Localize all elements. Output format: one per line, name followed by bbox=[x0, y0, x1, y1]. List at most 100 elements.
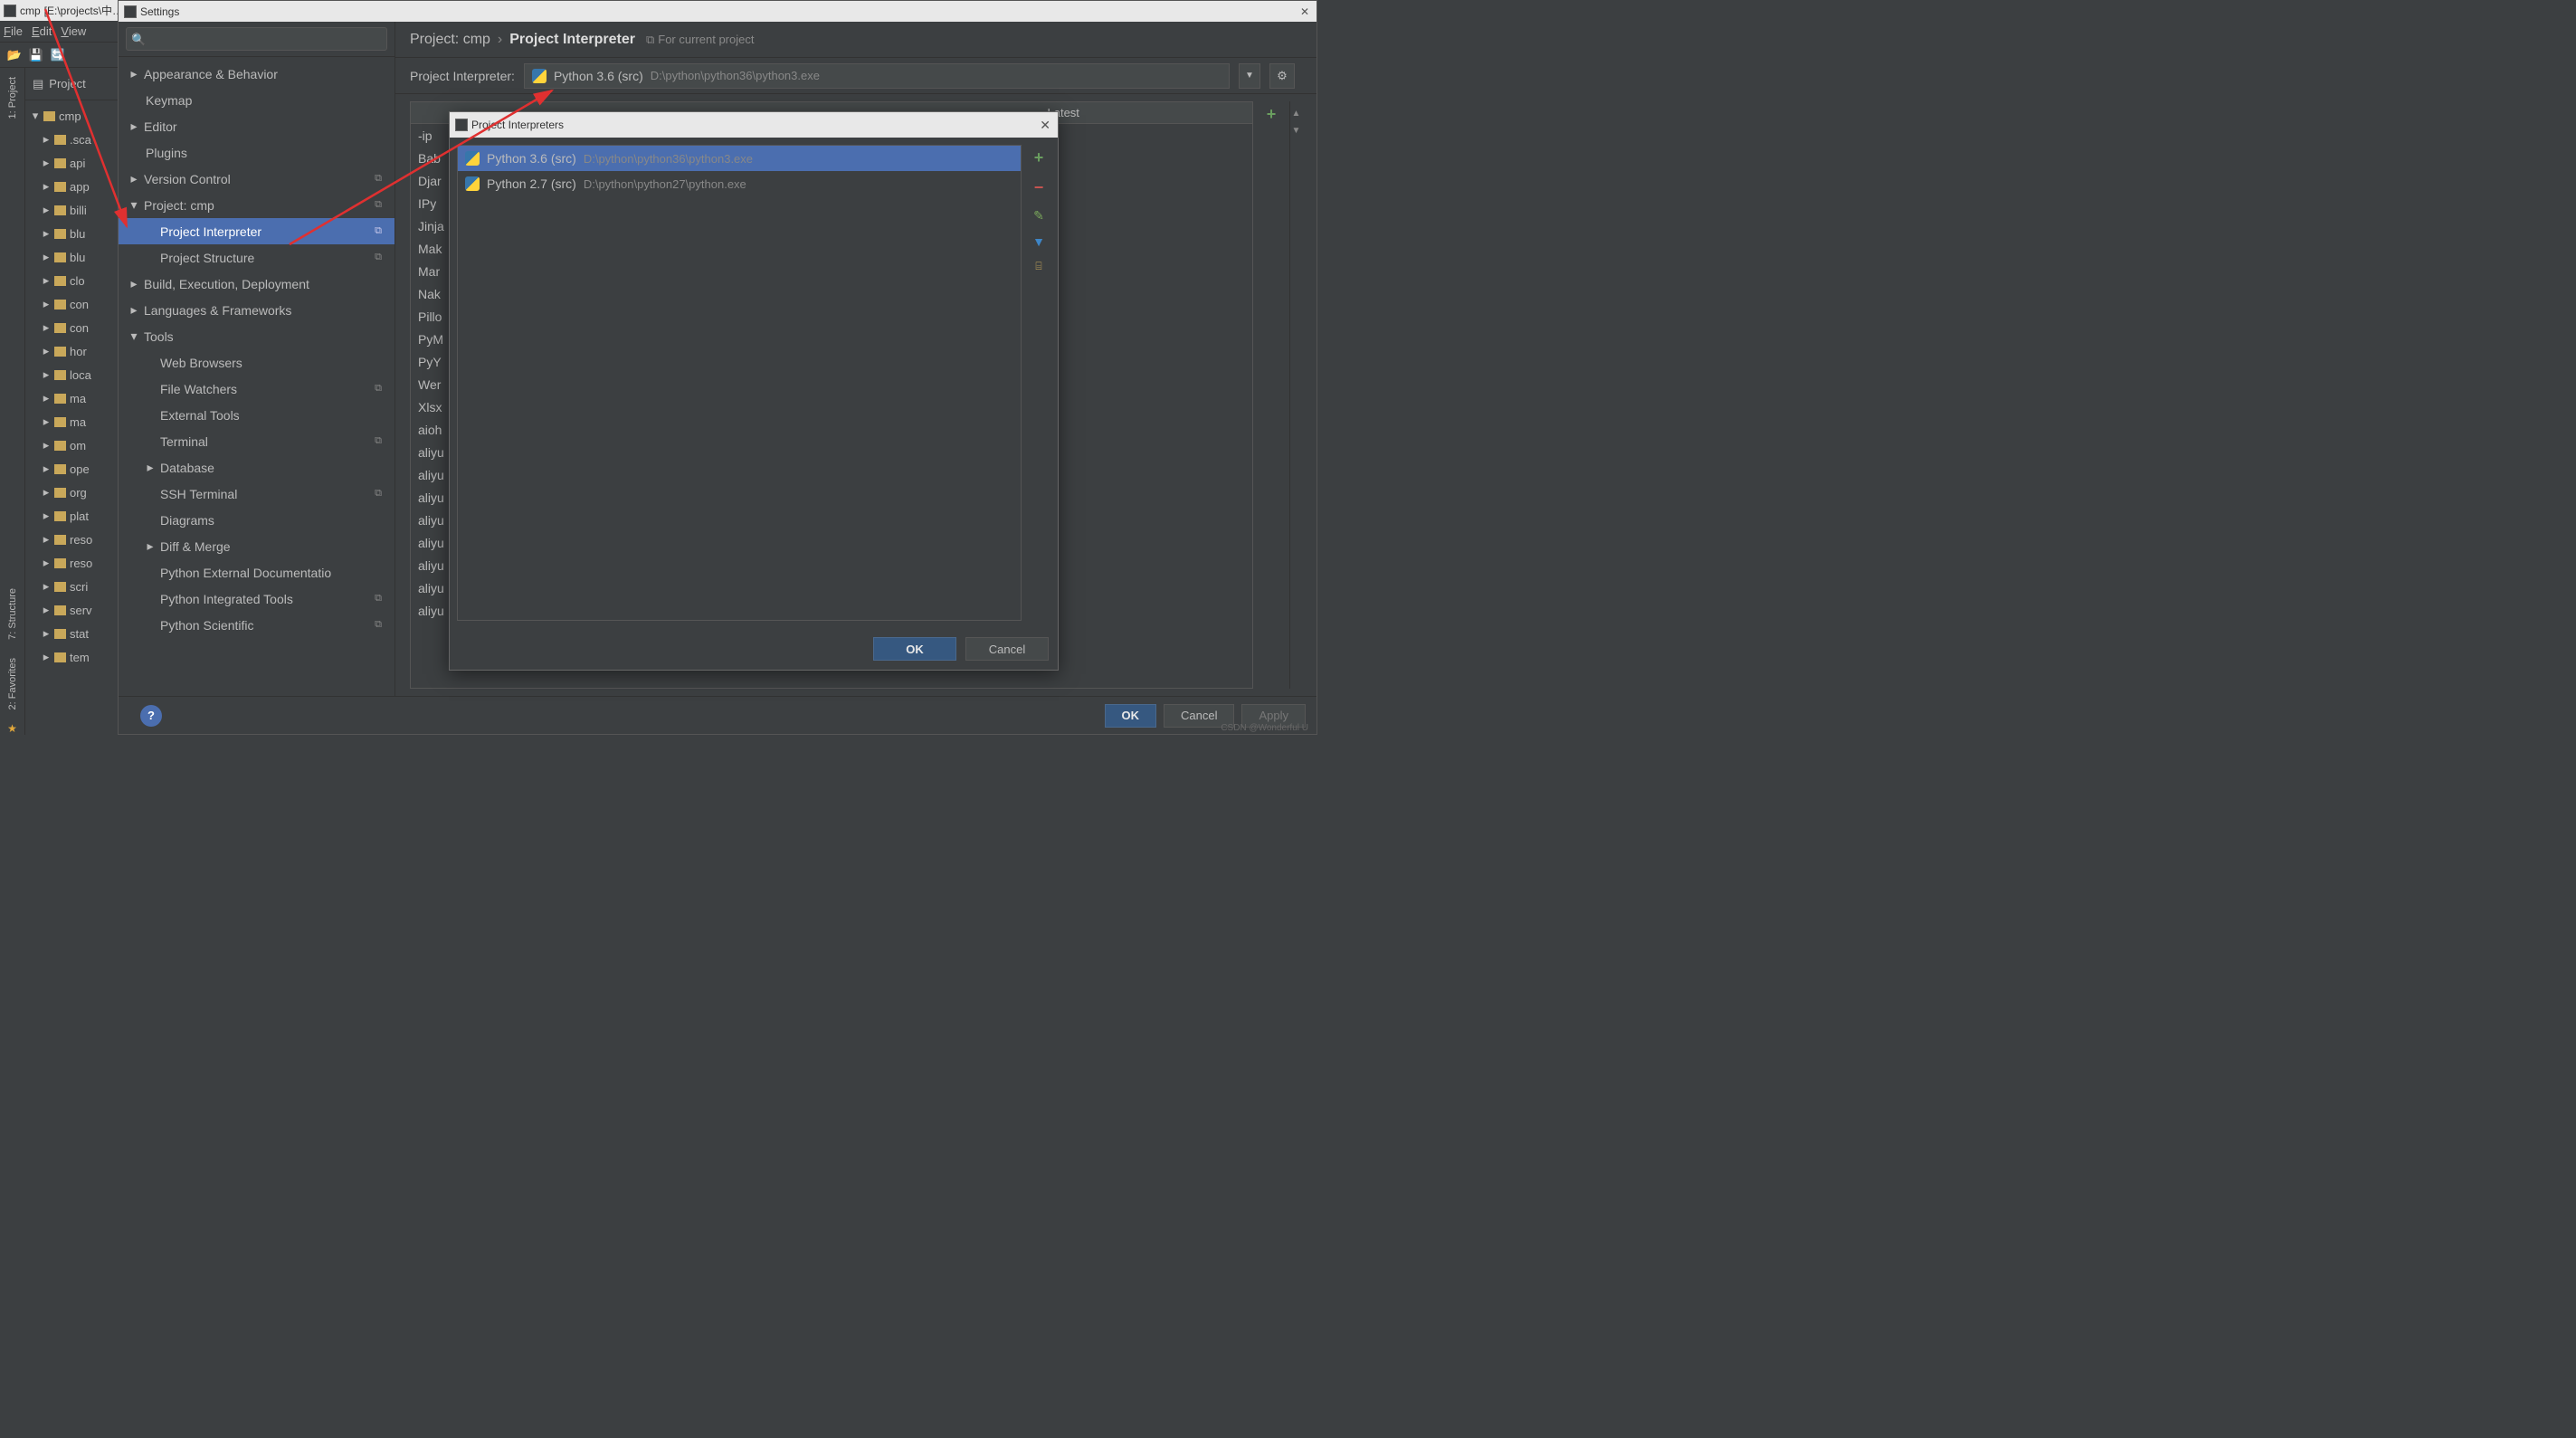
search-icon: 🔍 bbox=[131, 33, 146, 47]
tree-pysci[interactable]: Python Scientific⧉ bbox=[119, 612, 394, 638]
tree-folder[interactable]: ▸plat bbox=[25, 504, 122, 528]
project-interpreters-popup: Project Interpreters ✕ Python 3.6 (src) … bbox=[449, 111, 1059, 671]
tree-lang[interactable]: ▸Languages & Frameworks bbox=[119, 297, 394, 323]
menu-view[interactable]: View bbox=[61, 24, 86, 38]
tree-folder[interactable]: ▸api bbox=[25, 151, 122, 175]
popup-title-text: Project Interpreters bbox=[471, 119, 564, 131]
copy-icon: ⧉ bbox=[375, 383, 382, 395]
tab-favorites[interactable]: 2: Favorites bbox=[7, 658, 18, 709]
crumb-project[interactable]: Project: cmp bbox=[410, 32, 490, 48]
interpreter-list[interactable]: Python 3.6 (src) D:\python\python36\pyth… bbox=[457, 145, 1022, 621]
tree-folder[interactable]: ▸con bbox=[25, 316, 122, 339]
tree-folder[interactable]: ▸loca bbox=[25, 363, 122, 386]
copy-icon: ⧉ bbox=[646, 33, 654, 47]
popup-cancel-button[interactable]: Cancel bbox=[965, 637, 1049, 661]
add-interpreter-button[interactable]: + bbox=[1034, 148, 1044, 167]
tree-folder[interactable]: ▸org bbox=[25, 481, 122, 504]
settings-tree-list[interactable]: ▸Appearance & Behavior Keymap ▸Editor Pl… bbox=[119, 57, 394, 696]
tree-folder[interactable]: ▸om bbox=[25, 433, 122, 457]
filter-icon[interactable]: ▼ bbox=[1032, 234, 1045, 249]
tree-folder[interactable]: ▸app bbox=[25, 175, 122, 198]
tree-project[interactable]: ▾Project: cmp⧉ bbox=[119, 192, 394, 218]
tree-folder[interactable]: ▸stat bbox=[25, 622, 122, 645]
menu-edit[interactable]: Edit bbox=[32, 24, 52, 38]
tree-folder[interactable]: ▸serv bbox=[25, 598, 122, 622]
interpreter-path: D:\python\python36\python3.exe bbox=[651, 69, 820, 82]
save-icon[interactable]: 💾 bbox=[29, 48, 43, 62]
tree-folder[interactable]: ▸scri bbox=[25, 575, 122, 598]
tree-folder[interactable]: ▸hor bbox=[25, 339, 122, 363]
tree-appearance[interactable]: ▸Appearance & Behavior bbox=[119, 61, 394, 87]
settings-close-icon[interactable]: ✕ bbox=[1293, 5, 1317, 18]
interpreter-dropdown-button[interactable]: ▼ bbox=[1239, 63, 1260, 89]
tab-structure[interactable]: 7: Structure bbox=[7, 588, 18, 640]
tree-terminal[interactable]: Terminal⧉ bbox=[119, 428, 394, 454]
open-icon[interactable]: 📂 bbox=[7, 48, 22, 62]
project-view-icon: ▤ bbox=[33, 77, 43, 91]
pkg-col-latest: Latest bbox=[1041, 102, 1253, 123]
copy-icon: ⧉ bbox=[375, 199, 382, 211]
popup-ok-button[interactable]: OK bbox=[873, 637, 956, 661]
project-header-label[interactable]: Project bbox=[49, 77, 85, 90]
tree-ssh[interactable]: SSH Terminal⧉ bbox=[119, 481, 394, 507]
settings-tree: 🔍 ▸Appearance & Behavior Keymap ▸Editor … bbox=[119, 22, 395, 696]
tree-vcs[interactable]: ▸Version Control⧉ bbox=[119, 166, 394, 192]
tree-bed[interactable]: ▸Build, Execution, Deployment bbox=[119, 271, 394, 297]
popup-icon bbox=[455, 119, 468, 131]
interpreter-label: Project Interpreter: bbox=[410, 69, 515, 83]
interpreter-item-path: D:\python\python27\python.exe bbox=[584, 177, 746, 191]
tree-external-tools[interactable]: External Tools bbox=[119, 402, 394, 428]
tree-folder[interactable]: ▸ma bbox=[25, 410, 122, 433]
tab-project[interactable]: 1: Project bbox=[7, 77, 18, 119]
tree-folder[interactable]: ▸con bbox=[25, 292, 122, 316]
tree-plugins[interactable]: Plugins bbox=[119, 139, 394, 166]
tree-editor[interactable]: ▸Editor bbox=[119, 113, 394, 139]
interpreter-name: Python 3.6 (src) bbox=[554, 69, 643, 83]
tree-folder[interactable]: ▸reso bbox=[25, 528, 122, 551]
interpreter-item[interactable]: Python 2.7 (src) D:\python\python27\pyth… bbox=[458, 171, 1021, 196]
tree-pydoc[interactable]: Python External Documentatio bbox=[119, 559, 394, 586]
add-package-button[interactable]: + bbox=[1267, 105, 1277, 124]
tree-tools[interactable]: ▾Tools bbox=[119, 323, 394, 349]
tree-folder[interactable]: ▸blu bbox=[25, 245, 122, 269]
help-button[interactable]: ? bbox=[140, 705, 162, 727]
tree-folder[interactable]: ▸reso bbox=[25, 551, 122, 575]
menu-file[interactable]: File bbox=[4, 24, 23, 38]
settings-ok-button[interactable]: OK bbox=[1105, 704, 1157, 728]
tree-web-browsers[interactable]: Web Browsers bbox=[119, 349, 394, 376]
settings-search-input[interactable] bbox=[126, 27, 387, 51]
tree-folder[interactable]: ▸ma bbox=[25, 386, 122, 410]
tree-folder[interactable]: ▸tem bbox=[25, 645, 122, 669]
crumb-page: Project Interpreter bbox=[509, 32, 635, 48]
tree-root[interactable]: ▾cmp bbox=[25, 104, 122, 128]
sync-icon[interactable]: 🔄 bbox=[51, 48, 65, 62]
copy-icon: ⧉ bbox=[375, 488, 382, 500]
project-tree[interactable]: ▾cmp ▸.sca▸api▸app▸billi▸blu▸blu▸clo▸con… bbox=[25, 100, 122, 672]
tree-project-structure[interactable]: Project Structure⧉ bbox=[119, 244, 394, 271]
project-panel-header: ▤ Project bbox=[25, 68, 122, 100]
tree-folder[interactable]: ▸ope bbox=[25, 457, 122, 481]
tree-diff[interactable]: ▸Diff & Merge bbox=[119, 533, 394, 559]
interpreter-select[interactable]: Python 3.6 (src) D:\python\python36\pyth… bbox=[524, 63, 1230, 89]
settings-title-text: Settings bbox=[140, 5, 179, 18]
tree-diagrams[interactable]: Diagrams bbox=[119, 507, 394, 533]
popup-titlebar: Project Interpreters ✕ bbox=[450, 112, 1058, 138]
tree-folder[interactable]: ▸blu bbox=[25, 222, 122, 245]
tree-folder[interactable]: ▸clo bbox=[25, 269, 122, 292]
main-title-path: [E:\projects\中… bbox=[44, 3, 123, 18]
tree-keymap[interactable]: Keymap bbox=[119, 87, 394, 113]
crumb-sep: › bbox=[498, 32, 502, 48]
right-scrollbar[interactable]: ▲▼ bbox=[1289, 101, 1302, 689]
tree-file-watchers[interactable]: File Watchers⧉ bbox=[119, 376, 394, 402]
tree-pyint[interactable]: Python Integrated Tools⧉ bbox=[119, 586, 394, 612]
edit-icon[interactable]: ✎ bbox=[1033, 208, 1044, 224]
tree-folder[interactable]: ▸billi bbox=[25, 198, 122, 222]
tree-folder[interactable]: ▸.sca bbox=[25, 128, 122, 151]
tree-database[interactable]: ▸Database bbox=[119, 454, 394, 481]
popup-close-icon[interactable]: ✕ bbox=[1032, 118, 1058, 133]
paths-icon[interactable]: ⌸ bbox=[1035, 260, 1041, 273]
tree-project-interpreter[interactable]: Project Interpreter⧉ bbox=[119, 218, 394, 244]
gear-icon[interactable]: ⚙ bbox=[1269, 63, 1295, 89]
interpreter-item[interactable]: Python 3.6 (src) D:\python\python36\pyth… bbox=[458, 146, 1021, 171]
remove-interpreter-button[interactable]: − bbox=[1034, 178, 1044, 197]
